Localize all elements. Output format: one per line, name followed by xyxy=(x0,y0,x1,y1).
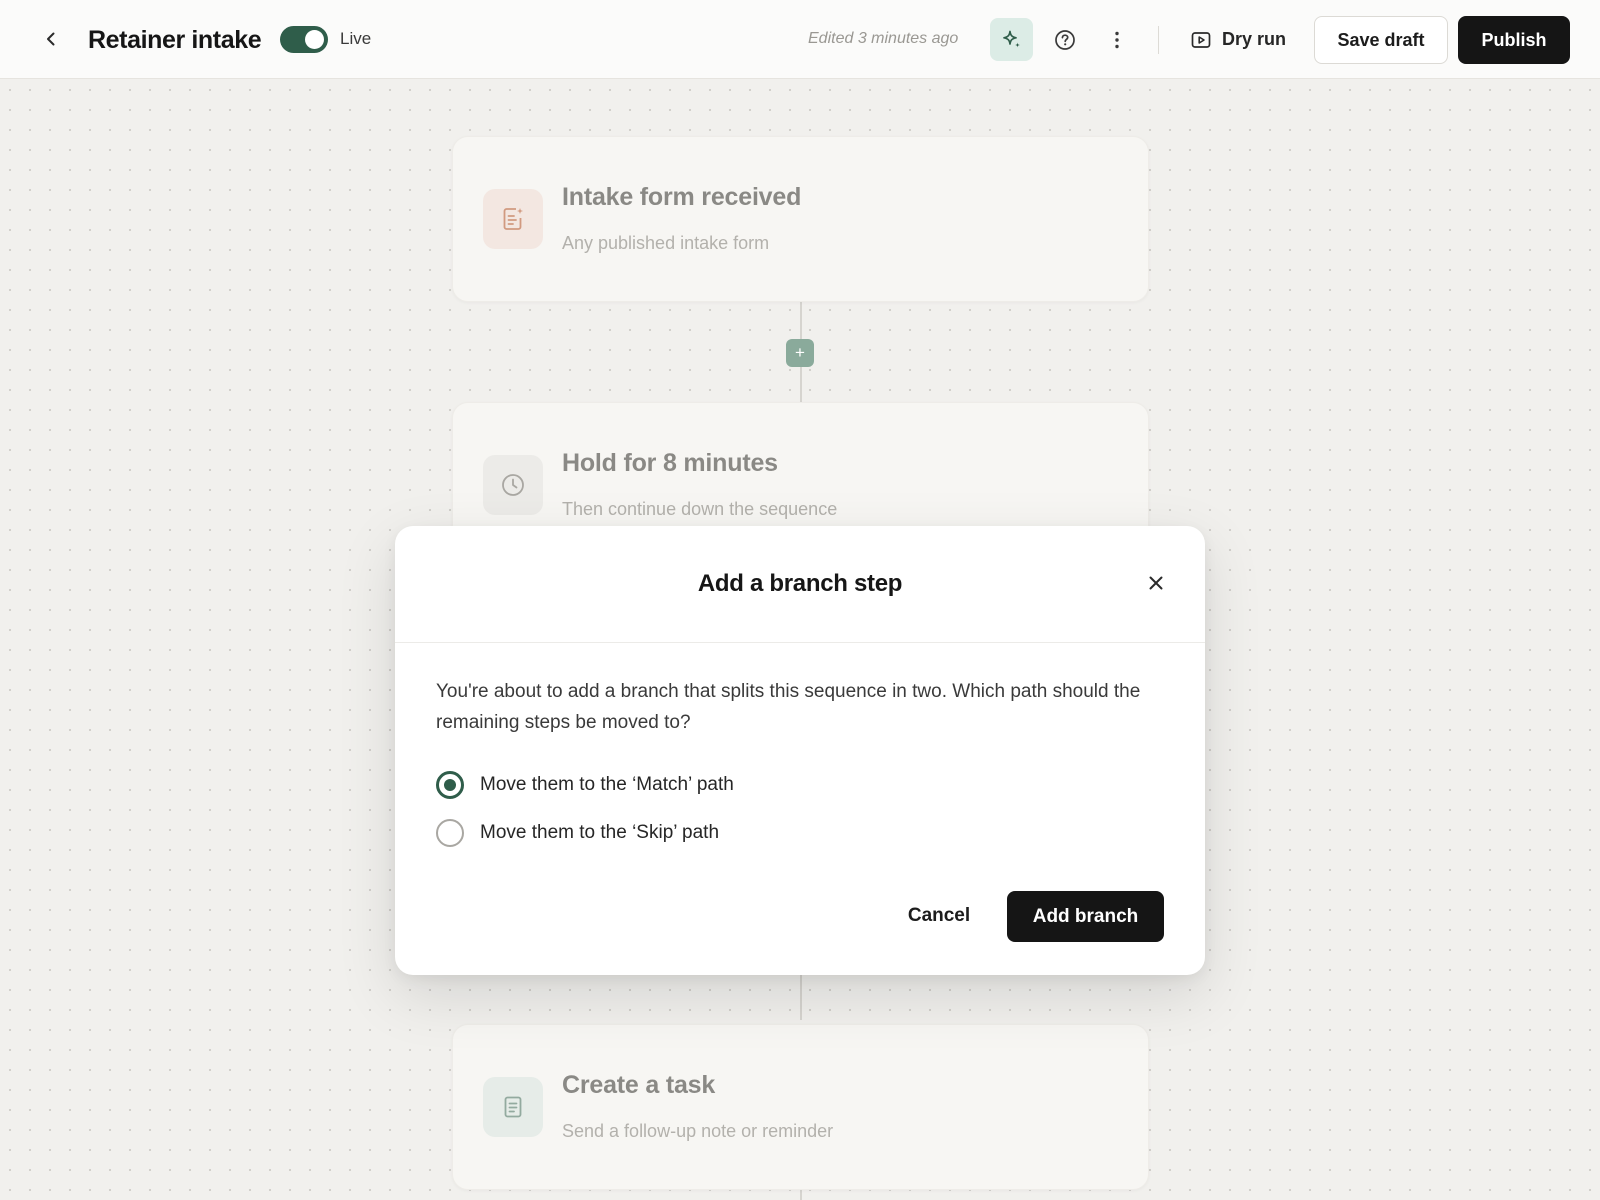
step-title: Create a task xyxy=(562,1071,716,1099)
add-branch-button[interactable]: Add branch xyxy=(1007,891,1164,942)
help-button[interactable] xyxy=(1043,18,1086,61)
publish-button[interactable]: Publish xyxy=(1458,16,1570,64)
step-subtitle: Send a follow-up note or reminder xyxy=(562,1121,834,1141)
live-label: Live xyxy=(340,29,372,48)
back-button[interactable] xyxy=(36,24,66,54)
step-card-task[interactable]: Create a task Send a follow-up note or r… xyxy=(452,1024,1149,1190)
radio-option-match[interactable]: Move them to the ‘Match’ path xyxy=(436,770,734,800)
radio-button-selected[interactable] xyxy=(436,771,464,799)
close-button[interactable] xyxy=(1141,568,1171,598)
more-vertical-icon xyxy=(1114,31,1119,48)
radio-label: Move them to the ‘Match’ path xyxy=(480,774,734,795)
task-icon xyxy=(504,1096,522,1118)
form-icon xyxy=(503,208,523,230)
radio-option-skip[interactable]: Move them to the ‘Skip’ path xyxy=(436,818,719,848)
add-branch-dialog: Add a branch step You're about to add a … xyxy=(395,526,1205,975)
step-icon-wrap xyxy=(483,455,543,515)
dialog-header: Add a branch step xyxy=(395,526,1205,643)
radio-button[interactable] xyxy=(436,819,464,847)
edited-status: Edited 3 minutes ago xyxy=(808,30,959,47)
cancel-button[interactable]: Cancel xyxy=(899,891,979,941)
page-title: Retainer intake xyxy=(88,26,262,54)
sparkle-icon xyxy=(1002,30,1020,47)
step-icon-wrap xyxy=(483,1077,543,1137)
ai-assist-button[interactable] xyxy=(990,18,1033,61)
dry-run-button[interactable]: Dry run xyxy=(1190,18,1286,61)
add-step-button[interactable]: + xyxy=(786,339,814,367)
toggle-knob xyxy=(305,30,324,49)
step-card-trigger[interactable]: Intake form received Any published intak… xyxy=(452,136,1149,302)
close-icon xyxy=(1149,576,1163,590)
step-subtitle: Any published intake form xyxy=(562,233,770,253)
top-bar: Retainer intake Live Edited 3 minutes ag… xyxy=(0,0,1600,79)
help-circle-icon xyxy=(1054,29,1075,50)
step-subtitle: Then continue down the sequence xyxy=(562,499,838,519)
dialog-description: You're about to add a branch that splits… xyxy=(436,681,1141,733)
step-title: Intake form received xyxy=(562,183,802,211)
toolbar-divider xyxy=(1158,26,1159,54)
clock-icon xyxy=(502,474,524,496)
step-icon-wrap xyxy=(483,189,543,249)
dialog-title: Add a branch step xyxy=(697,570,903,597)
chevron-left-icon xyxy=(47,32,55,46)
more-options-button[interactable] xyxy=(1095,18,1138,61)
dry-run-label: Dry run xyxy=(1222,29,1287,49)
live-toggle[interactable] xyxy=(280,26,328,53)
radio-label: Move them to the ‘Skip’ path xyxy=(480,822,720,843)
play-screen-icon xyxy=(1191,31,1211,48)
save-draft-button[interactable]: Save draft xyxy=(1314,16,1448,64)
step-title: Hold for 8 minutes xyxy=(562,449,778,477)
